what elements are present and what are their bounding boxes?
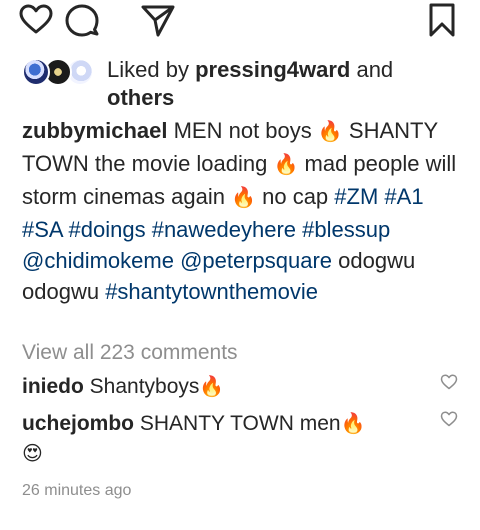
fire-emoji: 🔥 [340,413,366,435]
hashtag-link[interactable]: #shantytownthemovie [105,279,318,304]
caption-username-link[interactable]: zubbymichael [22,118,167,143]
liker-username-link[interactable]: pressing4ward [195,57,350,82]
comment-username-link[interactable]: uchejombo [22,412,134,435]
hashtag-link[interactable]: #blessup [302,217,390,242]
comment-like-heart-icon[interactable] [440,410,458,428]
comment-bubble-icon[interactable] [64,2,100,38]
likes-text: Liked by pressing4ward and others [107,56,462,112]
likes-others-link[interactable]: others [107,85,174,110]
hashtag-link[interactable]: #ZM [334,184,378,209]
comment-text: SHANTY TOWN men [134,412,341,435]
caption-text: no cap [256,184,335,209]
view-all-comments-link[interactable]: View all 223 comments [22,339,238,367]
likes-prefix: Liked by [107,57,196,82]
liker-avatars[interactable] [22,58,98,88]
heart-eyes-emoji: 😍 [22,443,43,465]
comment-text: Shantyboys [83,375,200,398]
fire-emoji: 🔥 [273,154,299,176]
hashtag-link[interactable]: #A1 [384,184,423,209]
bookmark-icon[interactable] [424,2,460,38]
mention-link[interactable]: @chidimokeme [22,248,174,273]
fire-emoji: 🔥 [199,376,225,398]
paper-plane-icon[interactable] [140,2,176,38]
avatar [22,58,50,86]
post-action-bar [0,0,480,40]
comment-item: iniedo Shantyboys🔥 [22,372,422,402]
mention-link[interactable]: @peterpsquare [180,248,332,273]
heart-outline-icon[interactable] [18,2,54,38]
fire-emoji: 🔥 [317,121,343,143]
caption-text: MEN not boys [167,118,318,143]
fire-emoji: 🔥 [231,187,256,209]
hashtag-link[interactable]: #nawedeyhere [152,217,296,242]
likes-summary: Liked by pressing4ward and others [22,56,462,116]
comment-item: uchejombo SHANTY TOWN men🔥 😍 [22,409,422,469]
hashtag-link[interactable]: #SA [22,217,62,242]
hashtag-link[interactable]: #doings [69,217,146,242]
post-caption: zubbymichael MEN not boys 🔥 SHANTY TOWN … [22,115,462,307]
likes-conjunction: and [350,57,394,82]
comment-username-link[interactable]: iniedo [22,375,84,398]
comment-like-heart-icon[interactable] [440,373,458,391]
post-timestamp: 26 minutes ago [22,482,132,499]
